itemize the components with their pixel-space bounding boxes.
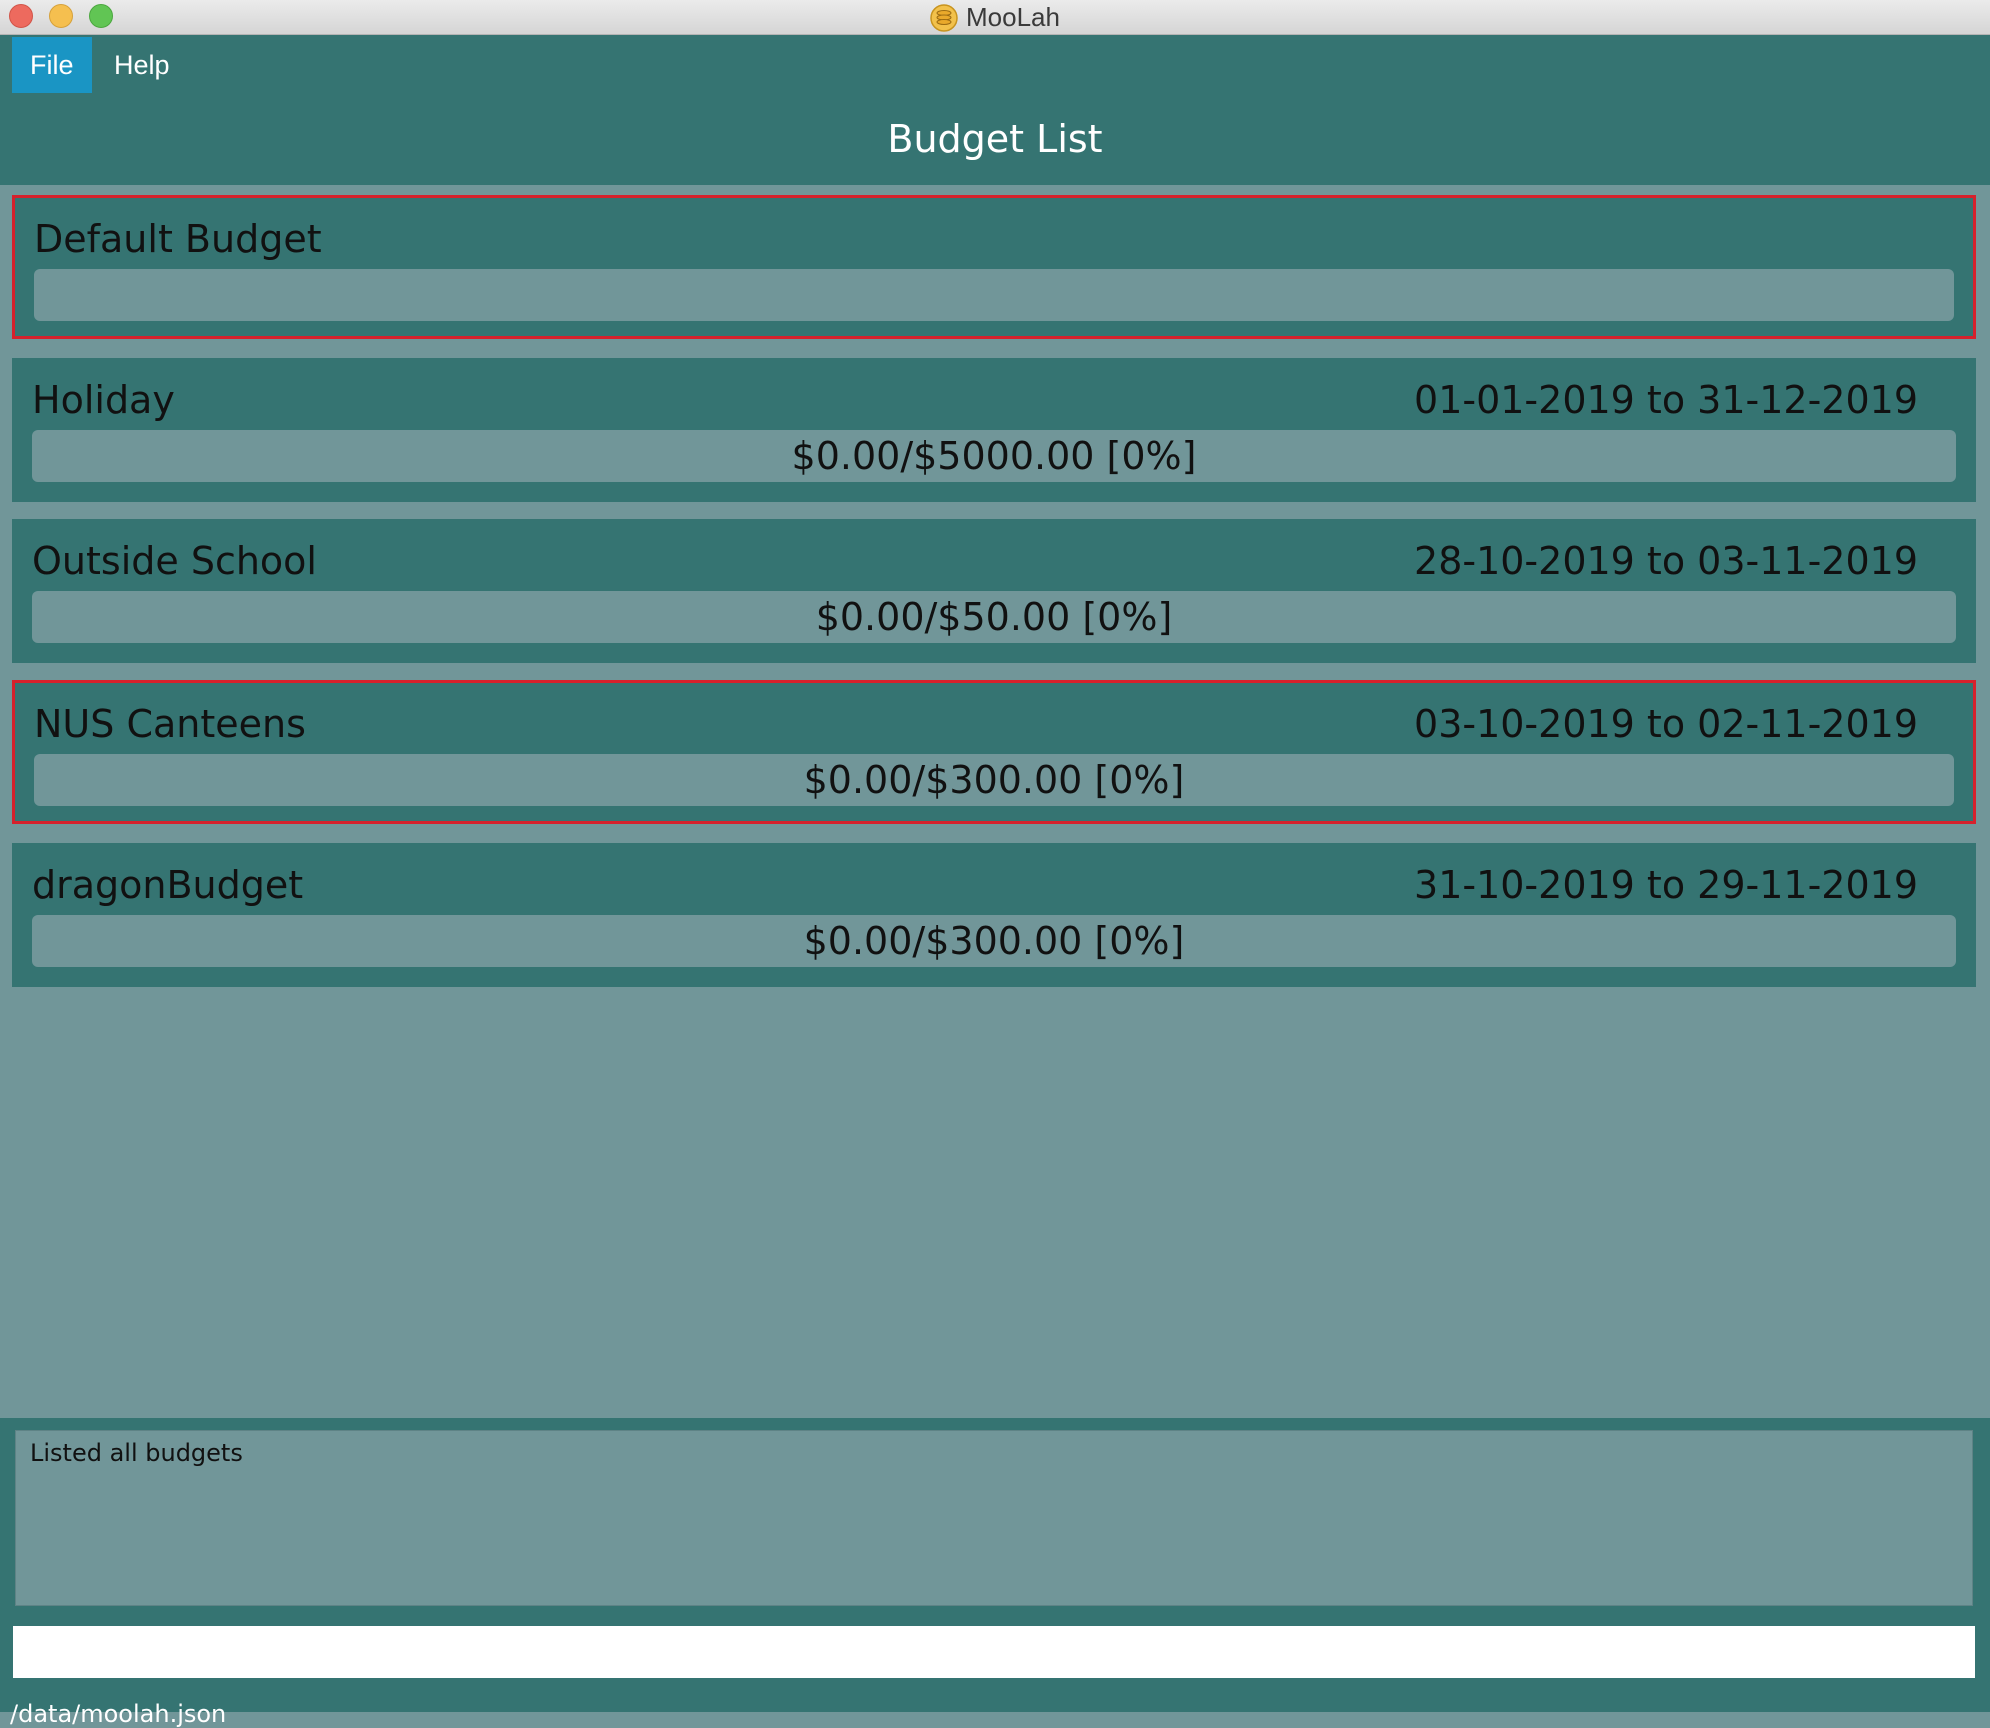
budget-card[interactable]: Holiday 01-01-2019 to 31-12-2019 $0.00/$… xyxy=(12,358,1976,502)
menu-file[interactable]: File xyxy=(12,37,92,93)
budget-card[interactable]: Outside School 28-10-2019 to 03-11-2019 … xyxy=(12,519,1976,663)
budget-progress-bar: $0.00/$5000.00 [0%] xyxy=(32,430,1956,482)
command-input[interactable] xyxy=(13,1626,1975,1678)
budget-name: dragonBudget xyxy=(32,863,304,907)
budget-progress-bar: $0.00/$300.00 [0%] xyxy=(34,754,1954,806)
budget-period: 28-10-2019 to 03-11-2019 xyxy=(1414,539,1918,583)
budget-card[interactable]: Default Budget xyxy=(12,195,1976,339)
budget-progress-bar: $0.00/$50.00 [0%] xyxy=(32,591,1956,643)
menu-bar: File Help xyxy=(0,35,1990,95)
budget-period: 31-10-2019 to 29-11-2019 xyxy=(1414,863,1918,907)
result-message: Listed all budgets xyxy=(30,1439,243,1467)
budget-card[interactable]: NUS Canteens 03-10-2019 to 02-11-2019 $0… xyxy=(12,680,1976,824)
budget-card[interactable]: dragonBudget 31-10-2019 to 29-11-2019 $0… xyxy=(12,843,1976,987)
budget-period: 03-10-2019 to 02-11-2019 xyxy=(1414,702,1918,746)
page-title: Budget List xyxy=(887,117,1103,161)
budget-name: Outside School xyxy=(32,539,317,583)
budget-name: Default Budget xyxy=(34,217,322,261)
budget-name: NUS Canteens xyxy=(34,702,306,746)
list-header: Budget List xyxy=(0,95,1990,185)
title-wrap: MooLah xyxy=(0,0,1990,35)
result-panel: Listed all budgets /data/moolah.json xyxy=(0,1418,1990,1728)
menu-help[interactable]: Help xyxy=(96,37,188,93)
result-display[interactable]: Listed all budgets xyxy=(15,1430,1973,1606)
budget-progress-bar xyxy=(34,269,1954,321)
budget-period: 01-01-2019 to 31-12-2019 xyxy=(1414,378,1918,422)
budget-name: Holiday xyxy=(32,378,175,422)
budget-progress-bar: $0.00/$300.00 [0%] xyxy=(32,915,1956,967)
coins-icon xyxy=(930,3,958,32)
status-bar-path: /data/moolah.json xyxy=(10,1700,227,1728)
title-bar: MooLah xyxy=(0,0,1990,35)
window-title: MooLah xyxy=(966,2,1060,32)
